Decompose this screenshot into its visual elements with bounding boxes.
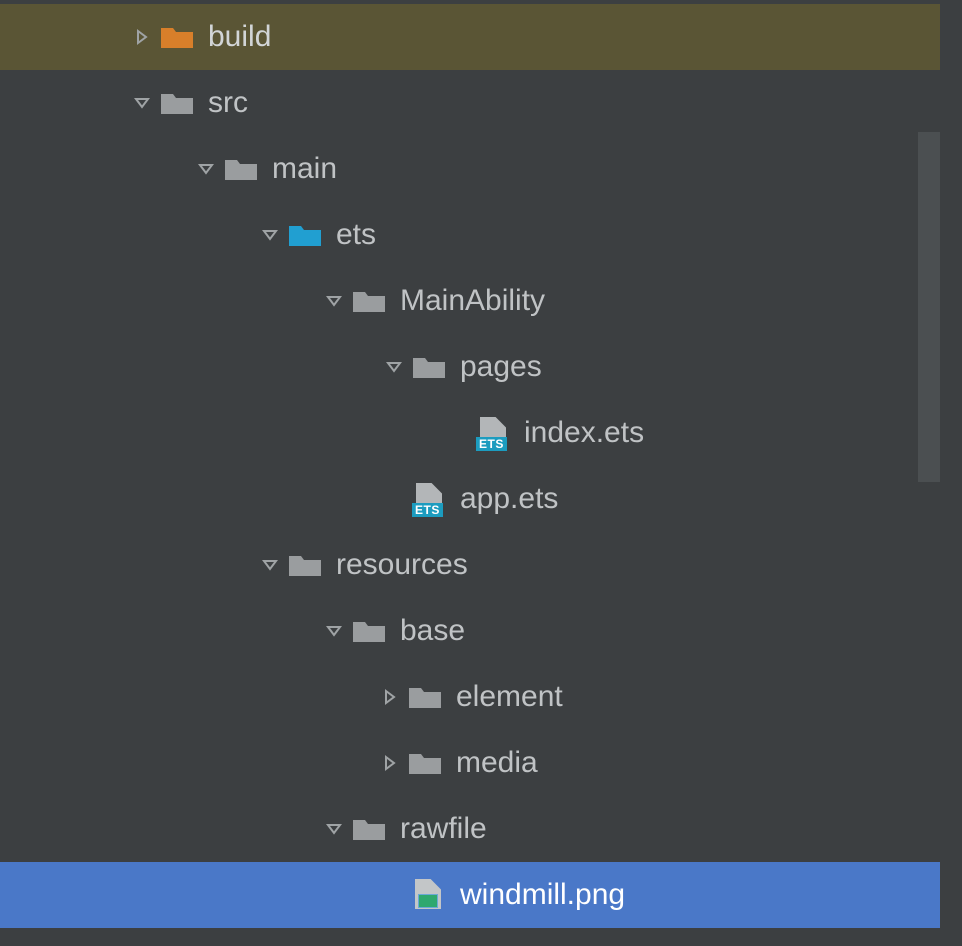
tree-item-src[interactable]: src [0, 70, 940, 136]
project-tree[interactable]: build src main ets [0, 0, 940, 946]
chevron-right-icon[interactable] [128, 29, 156, 45]
folder-icon [160, 89, 194, 117]
chevron-down-icon[interactable] [192, 161, 220, 177]
tree-item-label: windmill.png [460, 880, 625, 910]
tree-item-label: base [400, 616, 465, 646]
tree-item-label: resources [336, 550, 468, 580]
tree-item-base[interactable]: base [0, 598, 940, 664]
chevron-down-icon[interactable] [128, 95, 156, 111]
folder-icon [224, 155, 258, 183]
image-file-icon [412, 881, 446, 909]
chevron-down-icon[interactable] [256, 557, 284, 573]
chevron-down-icon[interactable] [320, 821, 348, 837]
tree-item-main[interactable]: main [0, 136, 940, 202]
tree-item-pages[interactable]: pages [0, 334, 940, 400]
tree-item-build[interactable]: build [0, 4, 940, 70]
tree-item-label: element [456, 682, 563, 712]
chevron-right-icon[interactable] [376, 689, 404, 705]
tree-item-index-ets[interactable]: ETS index.ets [0, 400, 940, 466]
folder-icon [288, 551, 322, 579]
tree-item-windmill[interactable]: windmill.png [0, 862, 940, 928]
tree-item-label: media [456, 748, 538, 778]
chevron-right-icon[interactable] [376, 755, 404, 771]
tree-item-label: app.ets [460, 484, 558, 514]
chevron-down-icon[interactable] [320, 293, 348, 309]
tree-item-media[interactable]: media [0, 730, 940, 796]
chevron-down-icon[interactable] [256, 227, 284, 243]
tree-item-label: MainAbility [400, 286, 545, 316]
tree-item-label: rawfile [400, 814, 487, 844]
folder-icon [160, 23, 194, 51]
scrollbar[interactable] [918, 132, 940, 482]
folder-icon [288, 221, 322, 249]
tree-item-rawfile[interactable]: rawfile [0, 796, 940, 862]
tree-item-label: src [208, 88, 248, 118]
tree-item-label: index.ets [524, 418, 644, 448]
tree-item-label: ets [336, 220, 376, 250]
folder-icon [412, 353, 446, 381]
folder-icon [352, 815, 386, 843]
tree-item-label: main [272, 154, 337, 184]
folder-icon [408, 749, 442, 777]
tree-item-label: build [208, 22, 271, 52]
tree-item-ets[interactable]: ets [0, 202, 940, 268]
tree-item-element[interactable]: element [0, 664, 940, 730]
tree-item-label: pages [460, 352, 542, 382]
folder-icon [352, 287, 386, 315]
tree-item-config-json[interactable]: {} config.json [0, 928, 940, 946]
tree-item-resources[interactable]: resources [0, 532, 940, 598]
tree-item-mainability[interactable]: MainAbility [0, 268, 940, 334]
ets-file-icon: ETS [476, 419, 510, 447]
tree-item-app-ets[interactable]: ETS app.ets [0, 466, 940, 532]
ets-file-icon: ETS [412, 485, 446, 513]
chevron-down-icon[interactable] [380, 359, 408, 375]
folder-icon [408, 683, 442, 711]
folder-icon [352, 617, 386, 645]
chevron-down-icon[interactable] [320, 623, 348, 639]
